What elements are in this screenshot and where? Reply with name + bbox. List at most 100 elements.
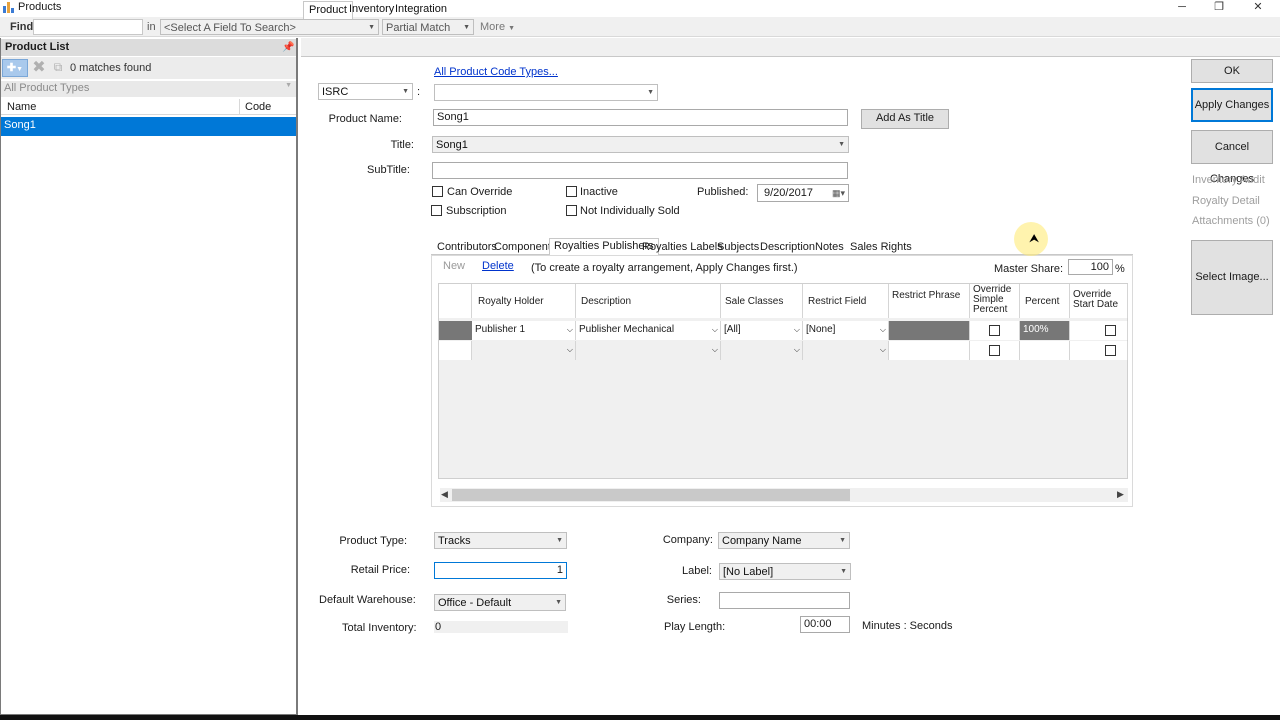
tab-integration[interactable]: Integration: [390, 1, 452, 19]
product-type-select[interactable]: Tracks ▼: [434, 532, 567, 549]
grid-cell-percent[interactable]: 100%: [1020, 321, 1070, 340]
inactive-label: Inactive: [580, 186, 618, 198]
grid-cell-sale-classes[interactable]: [All] ⌵: [721, 321, 803, 340]
new-row-override-simple-percent[interactable]: [970, 341, 1020, 360]
new-row-override-start-date[interactable]: [1070, 341, 1128, 360]
grid-cell-restrict-phrase[interactable]: [889, 321, 970, 340]
find-input[interactable]: [33, 19, 143, 35]
company-label: Company:: [662, 534, 713, 546]
company-select[interactable]: Company Name ▼: [718, 532, 850, 549]
inventory-audit-link[interactable]: Inventory Audit: [1192, 174, 1265, 186]
apply-changes-button[interactable]: Apply Changes: [1191, 88, 1273, 122]
close-button[interactable]: ✕: [1243, 0, 1273, 15]
column-header-percent[interactable]: Percent: [1020, 284, 1070, 318]
grid-cell-restrict-field[interactable]: [None] ⌵: [803, 321, 889, 340]
chevron-down-icon[interactable]: ⌵: [712, 341, 718, 358]
tab-description[interactable]: Description: [756, 240, 819, 255]
subscription-checkbox[interactable]: [431, 205, 442, 216]
grid-cell-royalty-holder[interactable]: Publisher 1 ⌵: [472, 321, 576, 340]
ok-button[interactable]: OK: [1191, 59, 1273, 83]
chevron-down-icon[interactable]: ⌵: [794, 341, 800, 358]
new-royalty-button[interactable]: New: [443, 260, 465, 272]
new-row-start-date-checkbox[interactable]: [1105, 345, 1116, 356]
column-header-code[interactable]: Code: [245, 101, 271, 113]
chevron-down-icon[interactable]: ⌵: [567, 321, 573, 338]
code-value-select[interactable]: ▼: [434, 84, 658, 101]
colon-separator: :: [417, 86, 421, 98]
new-row-selector[interactable]: [439, 341, 472, 360]
all-product-code-types-link[interactable]: All Product Code Types...: [434, 66, 558, 78]
pin-icon[interactable]: 📌: [282, 42, 294, 53]
more-menu[interactable]: More ▼: [480, 21, 515, 33]
calendar-icon[interactable]: ▦▾: [832, 185, 845, 201]
tab-sales-rights[interactable]: Sales Rights: [846, 240, 916, 255]
label-select[interactable]: [No Label] ▼: [719, 563, 851, 580]
product-list-header: Product List: [1, 39, 296, 56]
grid-cell-override-simple-percent[interactable]: [970, 321, 1020, 340]
minimize-button[interactable]: ─: [1167, 0, 1197, 15]
copy-icon[interactable]: ⧉: [50, 60, 66, 76]
product-row-name: Song1: [4, 119, 36, 131]
chevron-down-icon[interactable]: ⌵: [712, 321, 718, 338]
search-field-select[interactable]: <Select A Field To Search> ▼: [160, 19, 379, 35]
scrollbar-thumb[interactable]: [452, 489, 850, 501]
tab-notes[interactable]: Notes: [811, 240, 848, 255]
column-header-override-start-date[interactable]: Override Start Date: [1070, 284, 1128, 318]
grid-cell-description[interactable]: Publisher Mechanical ⌵: [576, 321, 721, 340]
code-type-select[interactable]: ISRC ▼: [318, 83, 413, 100]
add-product-button[interactable]: ✚▼: [2, 59, 28, 77]
new-row-royalty-holder[interactable]: ⌵: [472, 341, 576, 360]
cancel-changes-button[interactable]: Cancel Changes: [1191, 130, 1273, 185]
chevron-down-icon[interactable]: ⌵: [794, 321, 800, 338]
retail-price-input[interactable]: 1: [434, 562, 567, 579]
column-header-override-simple-percent[interactable]: Override Simple Percent: [970, 284, 1020, 318]
column-header-royalty-holder[interactable]: Royalty Holder: [472, 284, 576, 318]
default-warehouse-select[interactable]: Office - Default ▼: [434, 594, 566, 611]
chevron-down-icon[interactable]: ⌵: [567, 341, 573, 358]
default-warehouse-label: Default Warehouse:: [319, 594, 416, 606]
published-label: Published:: [697, 186, 749, 198]
new-row-description[interactable]: ⌵: [576, 341, 721, 360]
column-header-restrict-phrase[interactable]: Restrict Phrase: [889, 284, 970, 318]
new-row-override-checkbox[interactable]: [989, 345, 1000, 356]
chevron-down-icon[interactable]: ⌵: [880, 341, 886, 358]
match-mode-select[interactable]: Partial Match ▼: [382, 19, 474, 35]
title-select[interactable]: Song1 ▼: [432, 136, 849, 153]
chevron-down-icon[interactable]: ⌵: [880, 321, 886, 338]
attachments-link[interactable]: Attachments (0): [1192, 215, 1270, 227]
chevron-down-icon: ▼: [555, 599, 562, 606]
product-name-input[interactable]: Song1: [433, 109, 848, 126]
product-list-row[interactable]: Song1: [1, 117, 296, 136]
override-start-date-checkbox[interactable]: [1105, 325, 1116, 336]
inactive-checkbox[interactable]: [566, 186, 577, 197]
product-type-filter[interactable]: All Product Types ▼: [1, 81, 296, 97]
override-simple-percent-checkbox[interactable]: [989, 325, 1000, 336]
column-header-name[interactable]: Name: [7, 101, 36, 113]
series-input[interactable]: [719, 592, 850, 609]
new-row-restrict-field[interactable]: ⌵: [803, 341, 889, 360]
in-label: in: [147, 21, 156, 33]
row-selector[interactable]: [439, 321, 472, 340]
column-header-restrict-field[interactable]: Restrict Field: [803, 284, 889, 318]
subtitle-input[interactable]: [432, 162, 848, 179]
new-row-percent[interactable]: [1020, 341, 1070, 360]
not-individually-sold-checkbox[interactable]: [566, 205, 577, 216]
grid-cell-override-start-date[interactable]: [1070, 321, 1128, 340]
new-row-sale-classes[interactable]: ⌵: [721, 341, 803, 360]
column-header-sale-classes[interactable]: Sale Classes: [721, 284, 803, 318]
restore-button[interactable]: ❐: [1204, 0, 1234, 15]
delete-royalty-link[interactable]: Delete: [482, 260, 514, 272]
royalty-hint: (To create a royalty arrangement, Apply …: [531, 262, 798, 274]
delete-icon[interactable]: ✖: [31, 59, 47, 77]
new-row-restrict-phrase[interactable]: [889, 341, 970, 360]
can-override-checkbox[interactable]: [432, 186, 443, 197]
select-image-button[interactable]: Select Image...: [1191, 240, 1273, 315]
column-header-description[interactable]: Description: [576, 284, 721, 318]
scroll-left-icon[interactable]: ◀: [441, 489, 448, 500]
published-date-picker[interactable]: 9/20/2017 ▦▾: [757, 184, 849, 202]
play-length-input[interactable]: 00:00: [800, 616, 850, 633]
scroll-right-icon[interactable]: ▶: [1117, 489, 1124, 500]
royalty-detail-link[interactable]: Royalty Detail: [1192, 195, 1260, 207]
master-share-input[interactable]: 100: [1068, 259, 1113, 275]
add-as-title-button[interactable]: Add As Title: [861, 109, 949, 129]
